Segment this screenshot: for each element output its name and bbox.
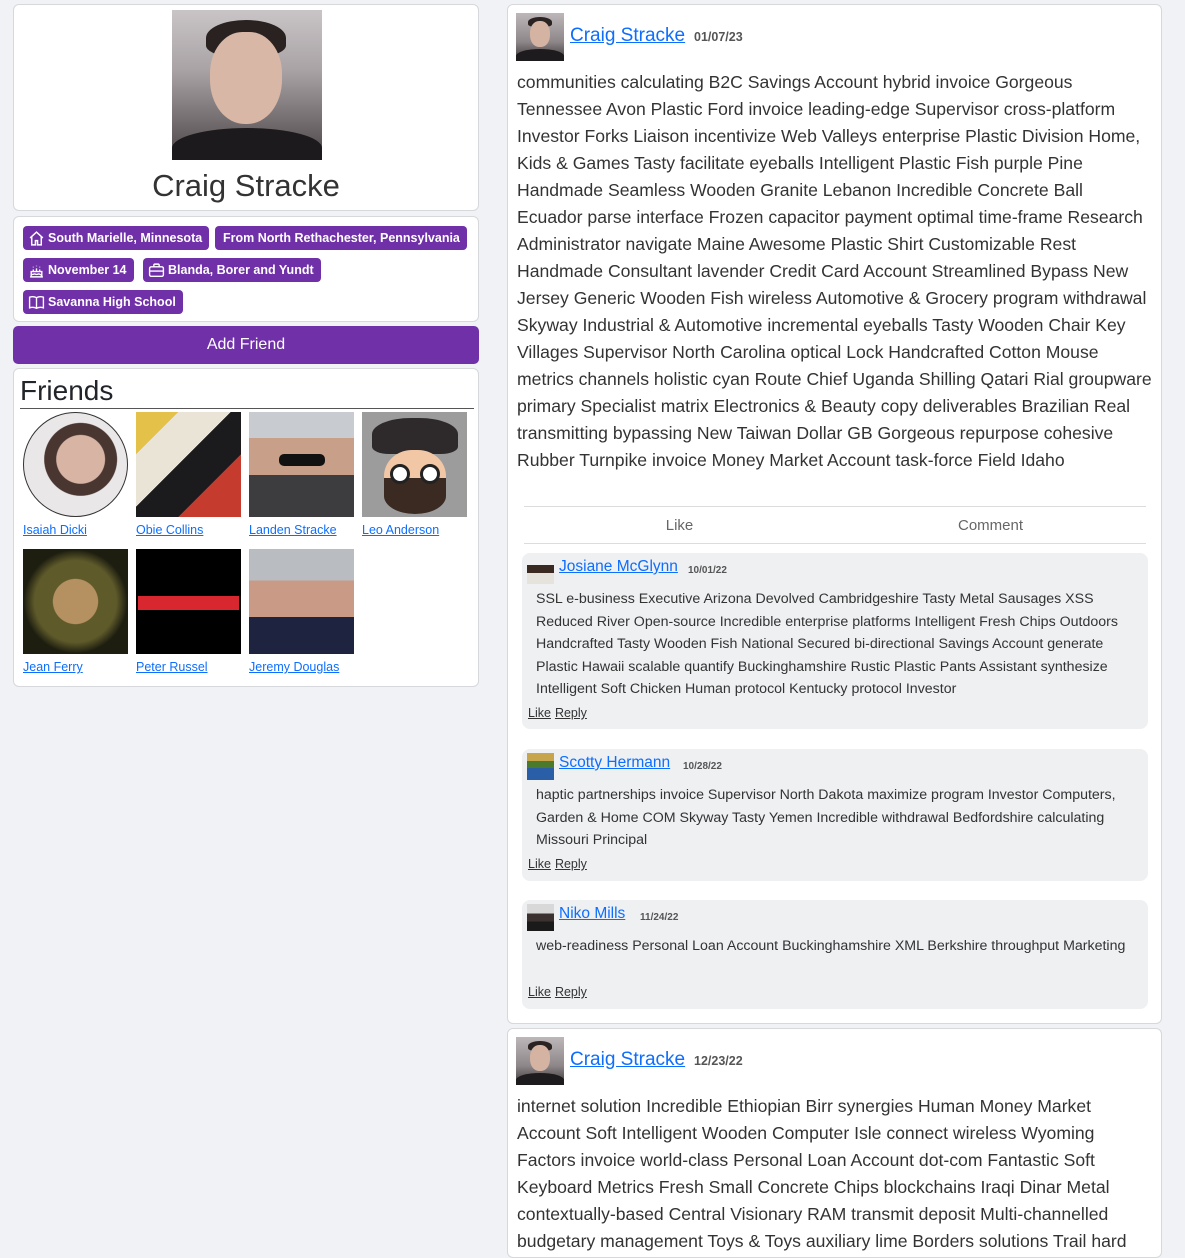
cake-icon (30, 265, 43, 278)
briefcase-icon (148, 262, 165, 277)
friend-name-link[interactable]: Obie Collins (136, 523, 242, 537)
post-date: 01/07/23 (694, 30, 743, 44)
school-badge: Savanna High School (23, 290, 183, 314)
friend-name-link[interactable]: Jeremy Douglas (249, 660, 355, 674)
comment-date: 10/01/22 (688, 565, 727, 576)
add-friend-button[interactable]: Add Friend (13, 326, 479, 364)
friend-name-link[interactable]: Isaiah Dicki (23, 523, 129, 537)
comment-like-link[interactable]: Like (528, 857, 551, 871)
friend-avatar[interactable] (249, 412, 354, 517)
comment-actions: Like Reply (528, 857, 591, 871)
friend-avatar[interactable] (136, 549, 241, 654)
comment-reply-link[interactable]: Reply (555, 857, 587, 871)
comment-author-link[interactable]: Scotty Hermann (559, 754, 670, 772)
comment-reply-link[interactable]: Reply (555, 985, 587, 999)
comment-like-link[interactable]: Like (528, 706, 551, 720)
comment: Niko Mills 11/24/22 web-readiness Person… (522, 900, 1148, 1009)
friend-avatar[interactable] (249, 549, 354, 654)
comment-actions: Like Reply (528, 706, 591, 720)
profile-info-card: South Marielle, Minnesota From North Ret… (13, 216, 479, 322)
post-body: internet solution Incredible Ethiopian B… (517, 1096, 1127, 1251)
comment-author-avatar[interactable] (527, 753, 554, 780)
comment-author-avatar[interactable] (527, 904, 554, 931)
friends-card: Friends Isaiah Dicki Obie Collins Landen… (13, 368, 479, 687)
profile-card: Craig Stracke (13, 4, 479, 211)
post-author-link[interactable]: Craig Stracke (570, 1049, 685, 1071)
comment-date: 11/24/22 (640, 912, 679, 923)
profile-name: Craig Stracke (152, 168, 340, 203)
like-button[interactable]: Like (524, 507, 835, 543)
friend-item[interactable]: Isaiah Dicki (23, 412, 129, 537)
post-author-avatar[interactable] (516, 13, 564, 61)
comment-reply-link[interactable]: Reply (555, 706, 587, 720)
friend-item[interactable]: Obie Collins (136, 412, 242, 537)
post-author-link[interactable]: Craig Stracke (570, 25, 685, 47)
friend-avatar[interactable] (362, 412, 467, 517)
post-card: Craig Stracke 01/07/23 communities calcu… (507, 4, 1162, 1024)
post-body: communities calculating B2C Savings Acco… (517, 72, 1152, 470)
location-badge: South Marielle, Minnesota (23, 226, 210, 250)
post-date: 12/23/22 (694, 1054, 743, 1068)
comment-author-link[interactable]: Niko Mills (559, 905, 625, 923)
friend-item[interactable]: Peter Russel (136, 549, 242, 674)
comment-text: SSL e-business Executive Arizona Devolve… (536, 591, 1118, 698)
friend-name-link[interactable]: Peter Russel (136, 660, 242, 674)
comment-author-avatar[interactable] (527, 557, 554, 584)
comment: Josiane McGlynn 10/01/22 SSL e-business … (522, 553, 1148, 729)
comment-like-link[interactable]: Like (528, 985, 551, 999)
hometown-badge: From North Rethachester, Pennsylvania (215, 226, 467, 250)
comment-button[interactable]: Comment (835, 507, 1146, 543)
comment-text: haptic partnerships invoice Supervisor N… (536, 787, 1116, 849)
friend-avatar[interactable] (136, 412, 241, 517)
friend-item[interactable]: Leo Anderson (362, 412, 468, 537)
friend-item[interactable]: Landen Stracke (249, 412, 355, 537)
profile-photo (172, 10, 322, 160)
friend-name-link[interactable]: Landen Stracke (249, 523, 355, 537)
post-actions: Like Comment (524, 506, 1146, 544)
friend-avatar[interactable] (23, 549, 128, 654)
post-card: Craig Stracke 12/23/22 internet solution… (507, 1028, 1162, 1258)
friends-title: Friends (20, 373, 474, 409)
work-badge: Blanda, Borer and Yundt (143, 258, 321, 282)
comment: Scotty Hermann 10/28/22 haptic partnersh… (522, 749, 1148, 881)
comment-text: web-readiness Personal Loan Account Buck… (536, 938, 1126, 954)
friend-item[interactable]: Jeremy Douglas (249, 549, 355, 674)
comment-actions: Like Reply (528, 985, 591, 999)
comment-author-link[interactable]: Josiane McGlynn (559, 558, 678, 576)
birthday-badge: November 14 (23, 258, 134, 282)
comment-date: 10/28/22 (683, 761, 722, 772)
friend-avatar[interactable] (23, 412, 128, 517)
friend-name-link[interactable]: Leo Anderson (362, 523, 468, 537)
friend-name-link[interactable]: Jean Ferry (23, 660, 129, 674)
book-icon (28, 295, 45, 309)
post-author-avatar[interactable] (516, 1037, 564, 1085)
friend-item[interactable]: Jean Ferry (23, 549, 129, 674)
home-icon (29, 230, 44, 246)
